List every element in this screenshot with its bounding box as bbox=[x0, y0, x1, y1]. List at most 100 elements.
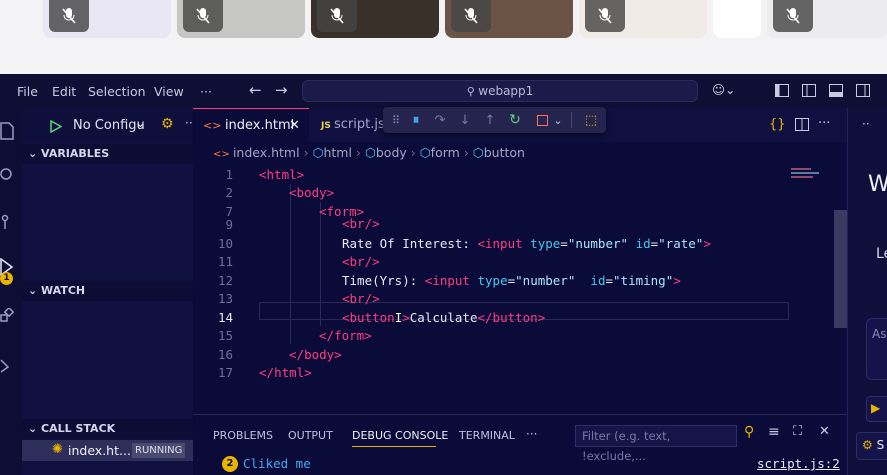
code-token: Time(Yrs): bbox=[342, 273, 425, 288]
copilot-icon[interactable]: ☺⌄ bbox=[712, 82, 736, 97]
more-actions-icon[interactable]: ·· bbox=[185, 116, 193, 130]
debug-badge: 1 bbox=[0, 272, 13, 285]
chevron-down-icon: ⌄ bbox=[28, 147, 42, 160]
breadcrumb-item[interactable]: html bbox=[323, 145, 351, 160]
breadcrumb-item[interactable]: body bbox=[376, 145, 407, 160]
restart-icon[interactable]: ↻ bbox=[506, 111, 524, 129]
chat-input[interactable]: Ask bbox=[866, 318, 887, 380]
console-filter-input[interactable]: Filter (e.g. text, !exclude,... bbox=[575, 425, 737, 463]
extensions-icon[interactable] bbox=[0, 308, 14, 326]
settings-button[interactable]: ⚙ S bbox=[856, 432, 887, 460]
code-token: <html> bbox=[259, 167, 305, 182]
tab-terminal[interactable]: TERMINAL bbox=[459, 429, 515, 442]
line-number: 11 bbox=[217, 254, 233, 269]
forward-arrow-icon[interactable]: → bbox=[275, 81, 288, 99]
call-stack-label: CALL STACK bbox=[41, 422, 116, 435]
word-wrap-icon[interactable]: ≡ bbox=[768, 424, 780, 440]
participant-tile[interactable] bbox=[311, 0, 439, 38]
minimap[interactable] bbox=[791, 166, 827, 182]
call-stack-item-label: index.ht... bbox=[68, 443, 131, 458]
call-stack-item[interactable]: ✺ index.ht... RUNNING bbox=[22, 440, 193, 461]
menu-edit[interactable]: Edit bbox=[52, 84, 76, 99]
menu-view[interactable]: View bbox=[154, 84, 184, 99]
breadcrumb-item[interactable]: form bbox=[431, 145, 460, 160]
menu-more[interactable]: ··· bbox=[200, 84, 212, 99]
pause-icon[interactable]: ⏸ bbox=[407, 111, 425, 129]
code-line: </body> bbox=[289, 347, 342, 362]
layout-sidebar-left-icon[interactable] bbox=[775, 84, 789, 97]
run-config-select[interactable]: No Configu bbox=[73, 118, 145, 133]
chat-action-button[interactable]: ▶ bbox=[866, 396, 887, 422]
maximize-icon[interactable]: ⛶ bbox=[793, 424, 802, 439]
chevron-down-icon[interactable]: ⌄ bbox=[549, 111, 567, 129]
layout-sidebar-left-off-icon[interactable] bbox=[802, 84, 816, 97]
participant-tile[interactable] bbox=[767, 0, 887, 38]
command-center-search[interactable]: ⚲ webapp1 bbox=[302, 80, 698, 102]
chevron-down-icon[interactable]: ⌄ bbox=[135, 116, 146, 131]
split-editor-icon[interactable] bbox=[795, 118, 809, 131]
line-number: 2 bbox=[225, 185, 233, 200]
layout-sidebar-right-icon[interactable] bbox=[856, 84, 870, 97]
console-message: Cliked me bbox=[243, 456, 311, 471]
html-file-icon: <> bbox=[203, 119, 225, 132]
start-debugging-icon[interactable] bbox=[50, 120, 62, 133]
indent-guide bbox=[290, 184, 291, 344]
close-icon[interactable]: ✕ bbox=[819, 424, 830, 439]
code-token: html bbox=[274, 365, 305, 380]
braces-icon[interactable]: {} bbox=[769, 117, 786, 132]
debug-sidebar: No Configu ⌄ ⚙ ·· ⌄ VARIABLES ⌄ WATCH ⌄ … bbox=[22, 108, 193, 475]
code-token: id bbox=[635, 236, 651, 251]
tab-script-js[interactable]: JS script.js bbox=[311, 108, 391, 142]
close-icon[interactable]: ✕ bbox=[289, 109, 300, 143]
search-icon[interactable]: ⚲ bbox=[744, 424, 754, 440]
breadcrumb-item[interactable]: button bbox=[484, 145, 525, 160]
menu-selection[interactable]: Selection bbox=[88, 84, 146, 99]
step-into-icon[interactable]: ↓ bbox=[456, 111, 474, 129]
variables-section-header[interactable]: ⌄ VARIABLES bbox=[22, 144, 193, 164]
chat-input-placeholder: Ask bbox=[872, 327, 887, 341]
code-token: <br/> bbox=[342, 291, 380, 306]
more-actions-icon[interactable]: ··· bbox=[818, 116, 830, 131]
inspect-icon[interactable]: ⬚ bbox=[582, 111, 600, 129]
settings-label: S bbox=[876, 438, 885, 452]
tab-problems[interactable]: PROBLEMS bbox=[213, 429, 273, 442]
more-actions-icon[interactable]: ·· bbox=[862, 117, 870, 131]
toolbar-separator bbox=[571, 112, 572, 128]
back-arrow-icon[interactable]: ← bbox=[249, 81, 262, 99]
step-over-icon[interactable]: ↷ bbox=[431, 111, 449, 129]
gear-icon[interactable]: ⚙ bbox=[161, 116, 174, 132]
remote-icon[interactable] bbox=[0, 358, 14, 374]
participant-tile[interactable] bbox=[177, 0, 305, 38]
participant-tile[interactable] bbox=[445, 0, 573, 38]
participant-tile[interactable] bbox=[713, 0, 761, 38]
call-stack-section-header[interactable]: ⌄ CALL STACK bbox=[22, 419, 193, 439]
tab-label: script.js bbox=[333, 117, 385, 132]
more-tabs-icon[interactable]: ··· bbox=[526, 427, 537, 441]
menu-file[interactable]: File bbox=[17, 84, 38, 99]
drag-handle-icon[interactable]: ⠿ bbox=[387, 111, 405, 129]
console-source-link[interactable]: script.js:2 bbox=[757, 456, 840, 471]
code-token: "timing" bbox=[613, 273, 674, 288]
code-token: "rate" bbox=[658, 236, 704, 251]
participant-tile[interactable] bbox=[43, 0, 171, 38]
code-line: </form> bbox=[319, 328, 372, 343]
step-out-icon[interactable]: ↑ bbox=[481, 111, 499, 129]
code-token: body bbox=[304, 347, 335, 362]
code-token: <br/> bbox=[342, 254, 380, 269]
vertical-scrollbar[interactable] bbox=[834, 210, 847, 328]
line-number: 9 bbox=[225, 217, 233, 232]
layout-panel-icon[interactable] bbox=[829, 84, 843, 97]
title-bar: File Edit Selection View ··· ← → ⚲ webap… bbox=[0, 74, 887, 108]
tab-debug-console[interactable]: DEBUG CONSOLE bbox=[352, 429, 448, 442]
explorer-icon[interactable] bbox=[0, 122, 14, 140]
code-line: </html> bbox=[259, 365, 312, 380]
muted-mic-icon bbox=[49, 0, 89, 32]
debug-toolbar: ⠿ ⏸ ↷ ↓ ↑ ↻ ⌄ ⬚ bbox=[383, 107, 606, 133]
watch-section-header[interactable]: ⌄ WATCH bbox=[22, 281, 193, 301]
participant-tile[interactable] bbox=[579, 0, 707, 38]
breadcrumb-item[interactable]: index.html bbox=[233, 145, 300, 160]
search-icon[interactable] bbox=[0, 168, 14, 184]
tab-index-html[interactable]: <> index.html ✕ bbox=[193, 108, 309, 142]
tab-output[interactable]: OUTPUT bbox=[288, 429, 333, 442]
source-control-icon[interactable] bbox=[0, 214, 14, 230]
